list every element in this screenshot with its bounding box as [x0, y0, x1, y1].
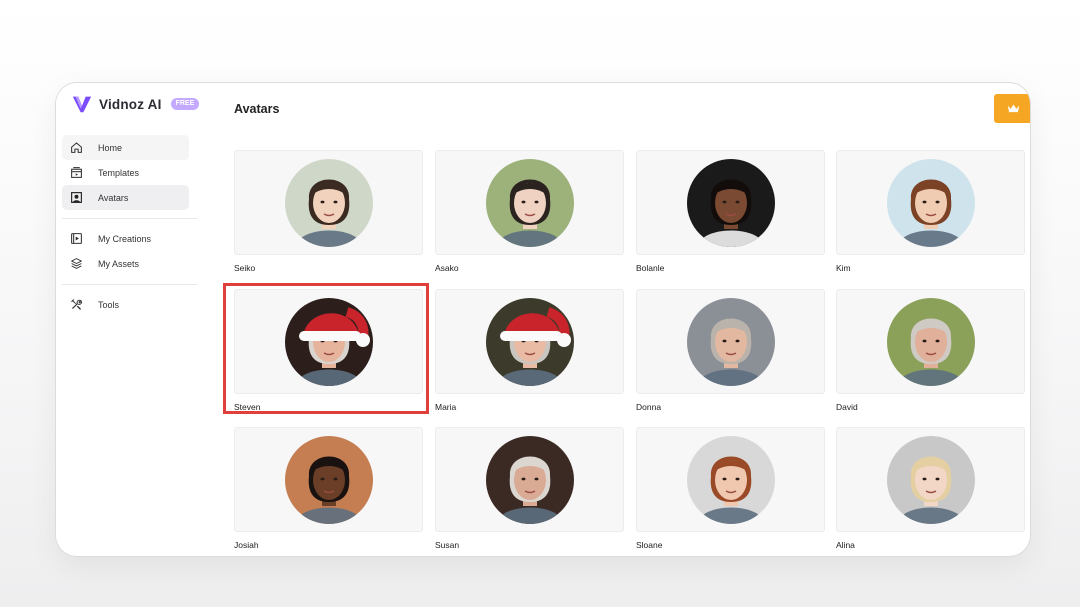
avatar-card[interactable] — [234, 427, 423, 532]
divider — [62, 284, 197, 285]
avatar-card[interactable] — [636, 150, 825, 255]
avatar-card[interactable] — [435, 289, 624, 394]
avatar-icon — [69, 191, 83, 205]
vidnoz-logo — [72, 96, 92, 113]
selection-highlight — [223, 283, 429, 414]
avatar-card[interactable] — [435, 427, 624, 532]
avatar-name: Sloane — [636, 540, 663, 550]
avatar-photo — [284, 435, 373, 524]
app-name: Vidnoz AI — [99, 96, 162, 112]
brand[interactable]: Vidnoz AI FREE — [71, 93, 200, 115]
sidebar-item-label: My Assets — [98, 258, 140, 269]
avatar-card[interactable] — [636, 427, 825, 532]
avatar-photo — [284, 158, 373, 247]
avatar-name: Bolanle — [636, 263, 665, 273]
avatar-photo — [485, 158, 574, 247]
sidebar-item-tools[interactable]: Tools — [62, 292, 189, 317]
avatar-name: Maria — [435, 402, 457, 412]
sidebar-item-my-creations[interactable]: My Creations — [62, 226, 189, 251]
sidebar-item-avatars[interactable]: Avatars — [62, 185, 189, 210]
avatar-card[interactable] — [435, 150, 624, 255]
avatar-name: Seiko — [234, 263, 256, 273]
avatar-photo — [886, 158, 975, 247]
avatar-card[interactable] — [636, 289, 825, 394]
avatar-photo — [485, 297, 574, 386]
layers-icon — [69, 257, 83, 271]
avatar-name: Josiah — [234, 540, 259, 550]
avatar-photo — [686, 297, 775, 386]
avatar-photo — [485, 435, 574, 524]
avatar-name: Susan — [435, 540, 460, 550]
avatar-photo — [686, 158, 775, 247]
avatar-photo — [686, 435, 775, 524]
free-badge: FREE — [170, 98, 200, 110]
sidebar-item-home[interactable]: Home — [62, 135, 189, 160]
divider — [62, 218, 197, 219]
avatar-photo — [886, 435, 975, 524]
sidebar-item-my-assets[interactable]: My Assets — [62, 251, 189, 276]
avatar-name: Kim — [836, 263, 851, 273]
sidebar-item-templates[interactable]: Templates — [62, 160, 189, 185]
avatar-name: Asako — [435, 263, 459, 273]
sidebar-item-label: Home — [98, 142, 123, 153]
avatar-card[interactable] — [234, 150, 423, 255]
sidebar-item-label: Tools — [98, 299, 120, 310]
home-icon — [69, 141, 83, 155]
tools-icon — [69, 298, 83, 312]
sidebar: Vidnoz AI FREE Home Templates Avatars My… — [56, 83, 206, 556]
upgrade-button[interactable] — [994, 94, 1030, 123]
avatar-name: David — [836, 402, 858, 412]
page-title: Avatars — [234, 102, 280, 116]
sidebar-item-label: My Creations — [98, 233, 152, 244]
templates-icon — [69, 166, 83, 180]
avatar-photo — [886, 297, 975, 386]
avatar-name: Alina — [836, 540, 855, 550]
sidebar-item-label: Avatars — [98, 192, 129, 203]
sidebar-item-label: Templates — [98, 167, 140, 178]
avatar-card[interactable] — [836, 427, 1025, 532]
avatar-name: Donna — [636, 402, 662, 412]
play-box-icon — [69, 232, 83, 246]
app-window: Vidnoz AI FREE Home Templates Avatars My… — [55, 82, 1031, 557]
crown-icon — [1007, 104, 1020, 113]
avatar-card[interactable] — [836, 289, 1025, 394]
avatar-card[interactable] — [836, 150, 1025, 255]
